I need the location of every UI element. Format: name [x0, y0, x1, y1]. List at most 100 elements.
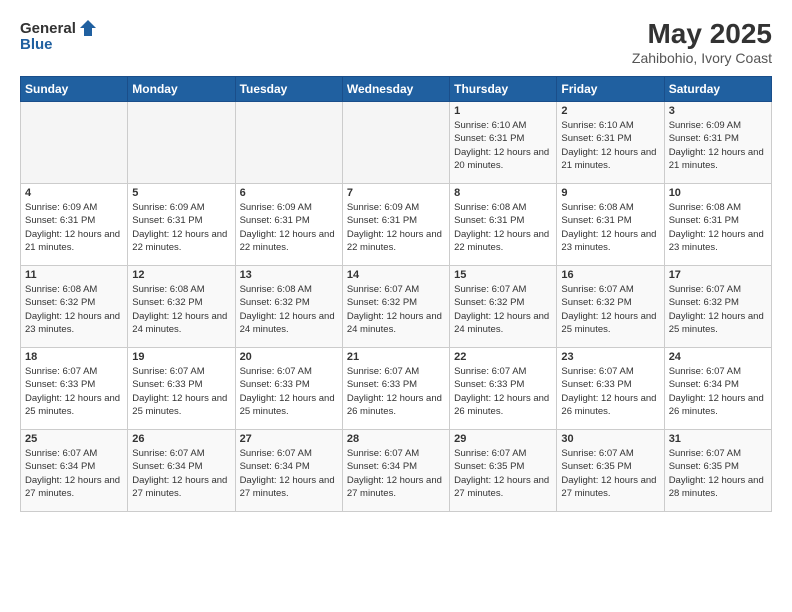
day-cell: [342, 102, 449, 184]
day-header-wednesday: Wednesday: [342, 77, 449, 102]
day-info: Sunrise: 6:09 AM Sunset: 6:31 PM Dayligh…: [669, 119, 767, 172]
day-cell: 11 Sunrise: 6:08 AM Sunset: 6:32 PM Dayli…: [21, 266, 128, 348]
week-row-1: 1 Sunrise: 6:10 AM Sunset: 6:31 PM Daylig…: [21, 102, 772, 184]
day-number: 3: [669, 105, 767, 117]
day-info: Sunrise: 6:07 AM Sunset: 6:32 PM Dayligh…: [561, 283, 659, 336]
day-header-tuesday: Tuesday: [235, 77, 342, 102]
day-number: 17: [669, 269, 767, 281]
day-cell: 16 Sunrise: 6:07 AM Sunset: 6:32 PM Dayli…: [557, 266, 664, 348]
day-cell: 29 Sunrise: 6:07 AM Sunset: 6:35 PM Dayli…: [450, 430, 557, 512]
day-number: 16: [561, 269, 659, 281]
day-cell: 21 Sunrise: 6:07 AM Sunset: 6:33 PM Dayli…: [342, 348, 449, 430]
day-cell: 18Sunrise: 6:07 AM Sunset: 6:33 PM Dayli…: [21, 348, 128, 430]
day-number: 4: [25, 187, 123, 199]
day-number: 19: [132, 351, 230, 363]
day-cell: 31 Sunrise: 6:07 AM Sunset: 6:35 PM Dayli…: [664, 430, 771, 512]
day-info: Sunrise: 6:07 AM Sunset: 6:35 PM Dayligh…: [669, 447, 767, 500]
day-cell: 12 Sunrise: 6:08 AM Sunset: 6:32 PM Dayli…: [128, 266, 235, 348]
day-cell: 23Sunrise: 6:07 AM Sunset: 6:33 PM Dayli…: [557, 348, 664, 430]
day-number: 8: [454, 187, 552, 199]
day-cell: 2 Sunrise: 6:10 AM Sunset: 6:31 PM Daylig…: [557, 102, 664, 184]
day-info: Sunrise: 6:08 AM Sunset: 6:31 PM Dayligh…: [669, 201, 767, 254]
day-cell: 20 Sunrise: 6:07 AM Sunset: 6:33 PM Dayli…: [235, 348, 342, 430]
week-row-2: 4 Sunrise: 6:09 AM Sunset: 6:31 PM Daylig…: [21, 184, 772, 266]
header: General Blue May 2025 Zahibohio, Ivory C…: [20, 18, 772, 66]
day-number: 18: [25, 351, 123, 363]
day-info: Sunrise: 6:07 AM Sunset: 6:34 PM Dayligh…: [347, 447, 445, 500]
day-info: Sunrise: 6:07 AM Sunset: 6:33 PM Dayligh…: [454, 365, 552, 418]
day-info: Sunrise: 6:08 AM Sunset: 6:32 PM Dayligh…: [132, 283, 230, 336]
day-number: 7: [347, 187, 445, 199]
logo-icon: [78, 18, 98, 38]
day-number: 26: [132, 433, 230, 445]
day-number: 25: [25, 433, 123, 445]
title-block: May 2025 Zahibohio, Ivory Coast: [632, 18, 772, 66]
day-info: Sunrise: 6:07 AM Sunset: 6:34 PM Dayligh…: [132, 447, 230, 500]
day-info: Sunrise: 6:07 AM Sunset: 6:34 PM Dayligh…: [669, 365, 767, 418]
day-number: 29: [454, 433, 552, 445]
day-number: 23: [561, 351, 659, 363]
day-info: Sunrise: 6:07 AM Sunset: 6:34 PM Dayligh…: [240, 447, 338, 500]
day-number: 24: [669, 351, 767, 363]
day-cell: 5Sunrise: 6:09 AM Sunset: 6:31 PM Daylig…: [128, 184, 235, 266]
day-info: Sunrise: 6:08 AM Sunset: 6:31 PM Dayligh…: [454, 201, 552, 254]
logo-general: General: [20, 20, 76, 37]
day-cell: 22 Sunrise: 6:07 AM Sunset: 6:33 PM Dayli…: [450, 348, 557, 430]
day-info: Sunrise: 6:08 AM Sunset: 6:32 PM Dayligh…: [240, 283, 338, 336]
day-number: 31: [669, 433, 767, 445]
day-number: 27: [240, 433, 338, 445]
day-cell: 25 Sunrise: 6:07 AM Sunset: 6:34 PM Dayli…: [21, 430, 128, 512]
day-info: Sunrise: 6:09 AM Sunset: 6:31 PM Dayligh…: [240, 201, 338, 254]
week-row-5: 25 Sunrise: 6:07 AM Sunset: 6:34 PM Dayli…: [21, 430, 772, 512]
day-cell: 13Sunrise: 6:08 AM Sunset: 6:32 PM Dayli…: [235, 266, 342, 348]
calendar-body: 1 Sunrise: 6:10 AM Sunset: 6:31 PM Daylig…: [21, 102, 772, 512]
day-cell: 28Sunrise: 6:07 AM Sunset: 6:34 PM Dayli…: [342, 430, 449, 512]
day-header-thursday: Thursday: [450, 77, 557, 102]
day-info: Sunrise: 6:07 AM Sunset: 6:34 PM Dayligh…: [25, 447, 123, 500]
day-number: 20: [240, 351, 338, 363]
week-row-3: 11 Sunrise: 6:08 AM Sunset: 6:32 PM Dayli…: [21, 266, 772, 348]
day-number: 30: [561, 433, 659, 445]
day-cell: 6 Sunrise: 6:09 AM Sunset: 6:31 PM Daylig…: [235, 184, 342, 266]
page: General Blue May 2025 Zahibohio, Ivory C…: [0, 0, 792, 612]
day-info: Sunrise: 6:07 AM Sunset: 6:32 PM Dayligh…: [454, 283, 552, 336]
day-cell: [128, 102, 235, 184]
day-cell: 10Sunrise: 6:08 AM Sunset: 6:31 PM Dayli…: [664, 184, 771, 266]
day-header-saturday: Saturday: [664, 77, 771, 102]
day-info: Sunrise: 6:07 AM Sunset: 6:33 PM Dayligh…: [132, 365, 230, 418]
day-info: Sunrise: 6:07 AM Sunset: 6:33 PM Dayligh…: [347, 365, 445, 418]
day-cell: 19 Sunrise: 6:07 AM Sunset: 6:33 PM Dayli…: [128, 348, 235, 430]
day-info: Sunrise: 6:10 AM Sunset: 6:31 PM Dayligh…: [454, 119, 552, 172]
day-info: Sunrise: 6:09 AM Sunset: 6:31 PM Dayligh…: [347, 201, 445, 254]
week-row-4: 18 Sunrise: 6:07 AM Sunset: 6:33 PM Dayli…: [21, 348, 772, 430]
day-header-friday: Friday: [557, 77, 664, 102]
calendar-title: May 2025: [632, 18, 772, 50]
day-number: 1: [454, 105, 552, 117]
day-info: Sunrise: 6:10 AM Sunset: 6:31 PM Dayligh…: [561, 119, 659, 172]
day-info: Sunrise: 6:07 AM Sunset: 6:33 PM Dayligh…: [240, 365, 338, 418]
day-cell: 27 Sunrise: 6:07 AM Sunset: 6:34 PM Dayli…: [235, 430, 342, 512]
day-number: 21: [347, 351, 445, 363]
day-cell: 26 Sunrise: 6:07 AM Sunset: 6:34 PM Dayli…: [128, 430, 235, 512]
logo-blue: Blue: [20, 36, 53, 53]
day-number: 9: [561, 187, 659, 199]
day-number: 12: [132, 269, 230, 281]
day-cell: 14Sunrise: 6:07 AM Sunset: 6:32 PM Dayli…: [342, 266, 449, 348]
day-number: 22: [454, 351, 552, 363]
day-cell: 17 Sunrise: 6:07 AM Sunset: 6:32 PM Dayli…: [664, 266, 771, 348]
day-cell: 3 Sunrise: 6:09 AM Sunset: 6:31 PM Daylig…: [664, 102, 771, 184]
calendar-table: SundayMondayTuesdayWednesdayThursdayFrid…: [20, 76, 772, 512]
day-number: 14: [347, 269, 445, 281]
day-cell: 1 Sunrise: 6:10 AM Sunset: 6:31 PM Daylig…: [450, 102, 557, 184]
day-cell: 8 Sunrise: 6:08 AM Sunset: 6:31 PM Daylig…: [450, 184, 557, 266]
day-number: 15: [454, 269, 552, 281]
day-cell: 24 Sunrise: 6:07 AM Sunset: 6:34 PM Dayli…: [664, 348, 771, 430]
calendar-header: SundayMondayTuesdayWednesdayThursdayFrid…: [21, 77, 772, 102]
day-number: 11: [25, 269, 123, 281]
day-info: Sunrise: 6:07 AM Sunset: 6:32 PM Dayligh…: [669, 283, 767, 336]
day-number: 6: [240, 187, 338, 199]
day-info: Sunrise: 6:07 AM Sunset: 6:35 PM Dayligh…: [454, 447, 552, 500]
day-cell: 15 Sunrise: 6:07 AM Sunset: 6:32 PM Dayli…: [450, 266, 557, 348]
day-info: Sunrise: 6:08 AM Sunset: 6:32 PM Dayligh…: [25, 283, 123, 336]
day-number: 2: [561, 105, 659, 117]
